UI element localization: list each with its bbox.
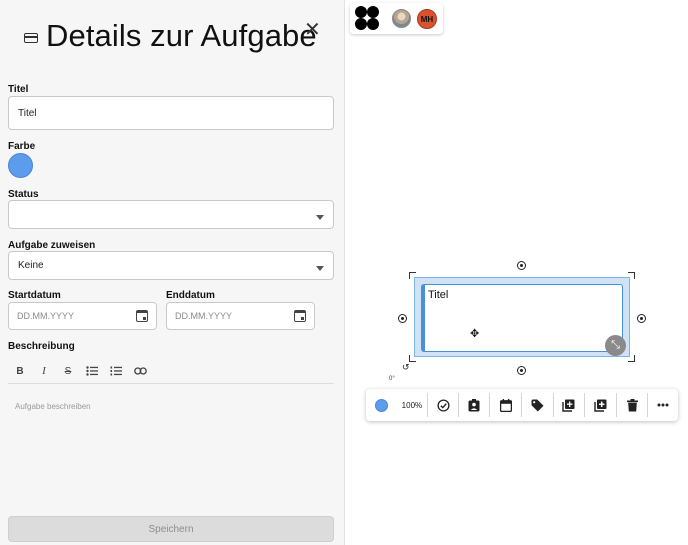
connection-handle-bottom[interactable] [517,366,526,375]
color-label: Farbe [8,141,36,152]
bullet-list-icon[interactable] [80,361,104,381]
connection-handle-right[interactable] [637,314,646,323]
color-button[interactable] [366,389,397,421]
description-placeholder: Aufgabe beschreiben [15,402,91,411]
status-select[interactable] [8,200,334,229]
start-date-input[interactable]: DD.MM.YYYY [8,302,157,330]
link-icon[interactable] [128,361,152,381]
duplicate-icon[interactable] [554,389,585,421]
selection-corner[interactable] [409,272,416,279]
description-editor[interactable]: Aufgabe beschreiben [8,392,334,502]
assign-icon[interactable] [459,389,490,421]
title-input[interactable]: Titel [8,96,334,130]
connection-handle-top[interactable] [517,261,526,270]
color-picker-button[interactable] [8,153,33,178]
more-icon[interactable] [648,389,678,421]
selection-corner[interactable] [628,272,635,279]
rotate-icon[interactable]: ↺ [402,362,410,373]
editor-toolbar: B I S [8,360,334,382]
selection-corner[interactable] [628,355,635,362]
description-label: Beschreibung [8,341,75,352]
strikethrough-icon[interactable]: S [56,361,80,381]
start-date-label: Startdatum [8,290,61,301]
rotation-label: 0° [389,376,395,382]
color-swatch [374,398,388,412]
start-date-placeholder: DD.MM.YYYY [17,311,75,321]
add-icon[interactable] [585,389,616,421]
status-label: Status [8,189,39,200]
app-root: Details zur Aufgabe ✕ Titel Titel Farbe … [0,0,688,545]
close-icon[interactable]: ✕ [304,20,321,40]
tag-icon[interactable] [522,389,553,421]
selection-corner[interactable] [409,355,416,362]
panel-header: Details zur Aufgabe [24,18,317,54]
save-button[interactable]: Speichern [8,516,334,542]
task-card-title: Titel [428,289,449,301]
resize-icon[interactable]: ⤡ [605,335,626,356]
avatar-initials[interactable]: MH [417,9,437,29]
assign-label: Aufgabe zuweisen [8,240,96,251]
calendar-icon[interactable] [294,310,306,322]
task-card[interactable] [421,284,623,352]
end-date-label: Enddatum [166,290,215,301]
app-logo-icon[interactable] [355,6,379,30]
bold-icon[interactable]: B [8,361,32,381]
zoom-label: 100% [401,400,423,410]
end-date-placeholder: DD.MM.YYYY [175,311,233,321]
task-details-panel: Details zur Aufgabe ✕ Titel Titel Farbe … [0,0,345,545]
object-toolbar: 100% [366,389,678,421]
credit-card-icon [24,33,38,43]
top-bar: MH [350,3,443,34]
assign-select[interactable]: Keine [8,251,334,280]
zoom-button[interactable]: 100% [397,389,428,421]
title-label: Titel [8,84,29,95]
check-circle-icon[interactable] [428,389,458,421]
editor-divider [8,383,334,384]
italic-icon[interactable]: I [32,361,56,381]
avatar[interactable] [392,9,411,28]
calendar-icon[interactable] [490,389,521,421]
connection-handle-left[interactable] [398,314,407,323]
numbered-list-icon[interactable] [104,361,128,381]
panel-title: Details zur Aufgabe [46,18,317,53]
end-date-input[interactable]: DD.MM.YYYY [166,302,315,330]
move-icon[interactable]: ✥ [470,327,479,340]
calendar-icon[interactable] [136,310,148,322]
trash-icon[interactable] [617,389,648,421]
